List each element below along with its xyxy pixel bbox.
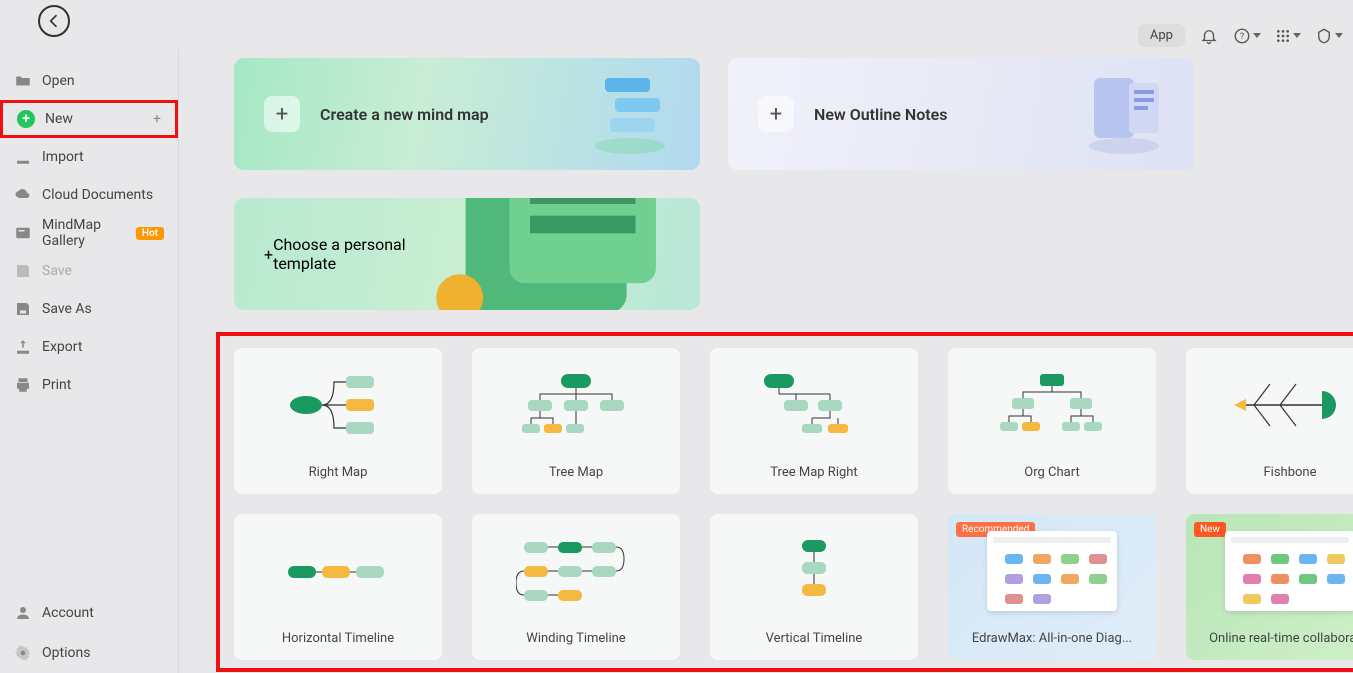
plus-icon: + bbox=[758, 96, 794, 132]
card-title: Create a new mind map bbox=[320, 105, 489, 124]
import-icon bbox=[14, 148, 32, 166]
template-org-chart[interactable]: Org Chart bbox=[948, 348, 1156, 494]
personal-template-card[interactable]: + Choose a personal template bbox=[234, 198, 700, 310]
sidebar-label: Save As bbox=[42, 301, 92, 317]
sidebar-item-open[interactable]: Open bbox=[0, 62, 178, 100]
template-diagram bbox=[234, 514, 442, 627]
template-right-map[interactable]: Right Map bbox=[234, 348, 442, 494]
sidebar-label: Account bbox=[42, 605, 94, 621]
sidebar-label: Cloud Documents bbox=[42, 187, 153, 203]
arrow-left-icon bbox=[46, 13, 62, 29]
sidebar-label: Options bbox=[42, 645, 90, 661]
card-title: Choose a personal template bbox=[273, 235, 407, 273]
template-diagram bbox=[472, 514, 680, 627]
sidebar-bottom: Account Options bbox=[0, 593, 179, 673]
plus-circle-icon: + bbox=[17, 110, 35, 128]
cloud-icon bbox=[14, 186, 32, 204]
notes-deco-icon bbox=[1074, 68, 1174, 158]
template-diagram bbox=[948, 348, 1156, 461]
template-vertical-timeline[interactable]: Vertical Timeline bbox=[710, 514, 918, 660]
template-label: EdrawMax: All-in-one Diag... bbox=[972, 631, 1132, 646]
card-title: New Outline Notes bbox=[814, 105, 947, 124]
bell-icon[interactable] bbox=[1199, 26, 1219, 46]
template-label: Winding Timeline bbox=[526, 631, 625, 646]
template-tag: New bbox=[1194, 522, 1226, 537]
mindmap-deco-icon bbox=[580, 68, 680, 158]
sidebar-item-new[interactable]: + New + bbox=[0, 100, 178, 138]
sidebar-item-import[interactable]: Import bbox=[0, 138, 178, 176]
template-label: Fishbone bbox=[1263, 465, 1316, 480]
svg-text:?: ? bbox=[1240, 32, 1244, 42]
template-label: Right Map bbox=[309, 465, 368, 480]
sidebar-item-print[interactable]: Print bbox=[0, 366, 178, 404]
folder-icon bbox=[14, 72, 32, 90]
templates-grid-highlight: Right Map Tree Map Tree Map Right Org Chart… bbox=[216, 332, 1353, 672]
sidebar-item-save: Save bbox=[0, 252, 178, 290]
sidebar-label: Print bbox=[42, 377, 71, 393]
template-tree-map[interactable]: Tree Map bbox=[472, 348, 680, 494]
sidebar-label: Export bbox=[42, 339, 82, 355]
hero-cards: + Create a new mind map + New Outline No… bbox=[234, 58, 1194, 170]
plus-icon: + bbox=[264, 245, 273, 264]
template-deco-icon bbox=[407, 198, 700, 310]
add-icon: + bbox=[153, 111, 161, 127]
personal-template-row: + Choose a personal template bbox=[234, 198, 700, 310]
template-label: Horizontal Timeline bbox=[282, 631, 394, 646]
template-edrawmax-all-in-one-diag[interactable]: RecommendedEdrawMax: All-in-one Diag... bbox=[948, 514, 1156, 660]
save-as-icon bbox=[14, 300, 32, 318]
sidebar-item-export[interactable]: Export bbox=[0, 328, 178, 366]
template-winding-timeline[interactable]: Winding Timeline bbox=[472, 514, 680, 660]
apps-dropdown[interactable] bbox=[1275, 28, 1301, 44]
back-button[interactable] bbox=[38, 5, 70, 37]
gear-icon bbox=[14, 644, 32, 662]
app-button[interactable]: App bbox=[1138, 24, 1185, 47]
gallery-icon bbox=[14, 224, 32, 242]
topbar: App ? bbox=[1138, 24, 1343, 47]
template-online-real-time-collaborat[interactable]: New Online real-time collaborat... bbox=[1186, 514, 1353, 660]
sidebar-item-gallery[interactable]: MindMap Gallery Hot bbox=[0, 214, 178, 252]
template-diagram bbox=[710, 348, 918, 461]
sidebar-item-account[interactable]: Account bbox=[0, 593, 179, 633]
hot-badge: Hot bbox=[136, 227, 164, 240]
main-content: App ? + Create a new mind map + New Outl… bbox=[180, 0, 1353, 673]
template-diagram bbox=[472, 348, 680, 461]
template-label: Tree Map bbox=[549, 465, 603, 480]
help-dropdown[interactable]: ? bbox=[1233, 27, 1261, 45]
theme-dropdown[interactable] bbox=[1315, 27, 1343, 45]
sidebar: Open + New + Import Cloud Documents Mind… bbox=[0, 50, 179, 673]
plus-icon: + bbox=[264, 96, 300, 132]
template-diagram bbox=[1186, 348, 1353, 461]
save-icon bbox=[14, 262, 32, 280]
template-label: Tree Map Right bbox=[770, 465, 857, 480]
template-fishbone[interactable]: Fishbone bbox=[1186, 348, 1353, 494]
sidebar-label: Save bbox=[42, 263, 72, 279]
create-mindmap-card[interactable]: + Create a new mind map bbox=[234, 58, 700, 170]
template-label: Online real-time collaborat... bbox=[1209, 631, 1353, 646]
sidebar-item-cloud[interactable]: Cloud Documents bbox=[0, 176, 178, 214]
sidebar-label: New bbox=[45, 111, 73, 127]
sidebar-label: MindMap Gallery bbox=[42, 217, 130, 249]
sidebar-item-saveas[interactable]: Save As bbox=[0, 290, 178, 328]
template-tree-map-right[interactable]: Tree Map Right bbox=[710, 348, 918, 494]
sidebar-label: Import bbox=[42, 149, 84, 165]
sidebar-label: Open bbox=[42, 73, 75, 89]
export-icon bbox=[14, 338, 32, 356]
user-icon bbox=[14, 604, 32, 622]
print-icon bbox=[14, 376, 32, 394]
template-label: Vertical Timeline bbox=[766, 631, 863, 646]
template-diagram bbox=[234, 348, 442, 461]
sidebar-item-options[interactable]: Options bbox=[0, 633, 179, 673]
template-diagram bbox=[710, 514, 918, 627]
outline-notes-card[interactable]: + New Outline Notes bbox=[728, 58, 1194, 170]
template-horizontal-timeline[interactable]: Horizontal Timeline bbox=[234, 514, 442, 660]
templates-grid: Right Map Tree Map Tree Map Right Org Chart… bbox=[234, 348, 1353, 660]
template-label: Org Chart bbox=[1024, 465, 1079, 480]
